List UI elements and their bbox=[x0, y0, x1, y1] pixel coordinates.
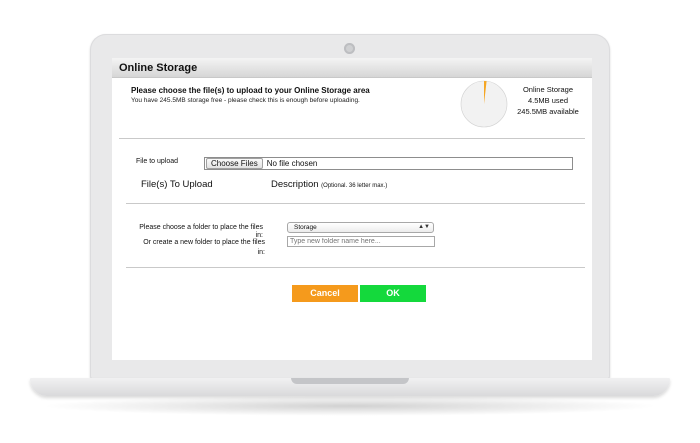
online-storage-dialog: Online Storage Please choose the file(s)… bbox=[112, 58, 592, 360]
storage-info: Online Storage 4.5MB used 245.5MB availa… bbox=[509, 84, 587, 117]
storage-available: 245.5MB available bbox=[517, 107, 579, 116]
camera-icon bbox=[344, 43, 355, 54]
storage-free-note: You have 245.5MB storage free - please c… bbox=[131, 97, 360, 104]
storage-usage-pie-chart bbox=[460, 80, 508, 128]
file-to-upload-label: File to upload bbox=[136, 158, 179, 165]
description-header: Description (Optional. 36 letter max.) bbox=[271, 179, 387, 190]
new-folder-input[interactable] bbox=[287, 236, 435, 247]
description-note: (Optional. 36 letter max.) bbox=[321, 183, 388, 189]
laptop-notch bbox=[291, 378, 409, 384]
file-input[interactable]: Choose Files No file chosen bbox=[204, 157, 573, 170]
storage-label: Online Storage bbox=[522, 85, 574, 94]
ok-button[interactable]: OK bbox=[360, 285, 426, 302]
divider bbox=[119, 138, 585, 139]
storage-used: 4.5MB used bbox=[527, 96, 569, 105]
cancel-button[interactable]: Cancel bbox=[292, 285, 358, 302]
folder-select-value: Storage bbox=[294, 224, 317, 231]
dialog-title: Online Storage bbox=[112, 58, 592, 78]
no-file-chosen-text: No file chosen bbox=[266, 159, 318, 168]
updown-arrow-icon: ▲▼ bbox=[418, 224, 430, 230]
divider bbox=[126, 267, 585, 268]
description-header-label: Description bbox=[271, 179, 319, 190]
files-to-upload-header: File(s) To Upload bbox=[141, 179, 213, 190]
folder-select[interactable]: Storage ▲▼ bbox=[287, 222, 434, 233]
laptop-shadow bbox=[40, 396, 660, 416]
divider bbox=[126, 203, 585, 204]
new-folder-label: Or create a new folder to place the file… bbox=[143, 239, 265, 256]
choose-files-button[interactable]: Choose Files bbox=[206, 158, 263, 169]
upload-heading: Please choose the file(s) to upload to y… bbox=[131, 86, 370, 95]
laptop-mockup: Online Storage Please choose the file(s)… bbox=[0, 0, 700, 443]
